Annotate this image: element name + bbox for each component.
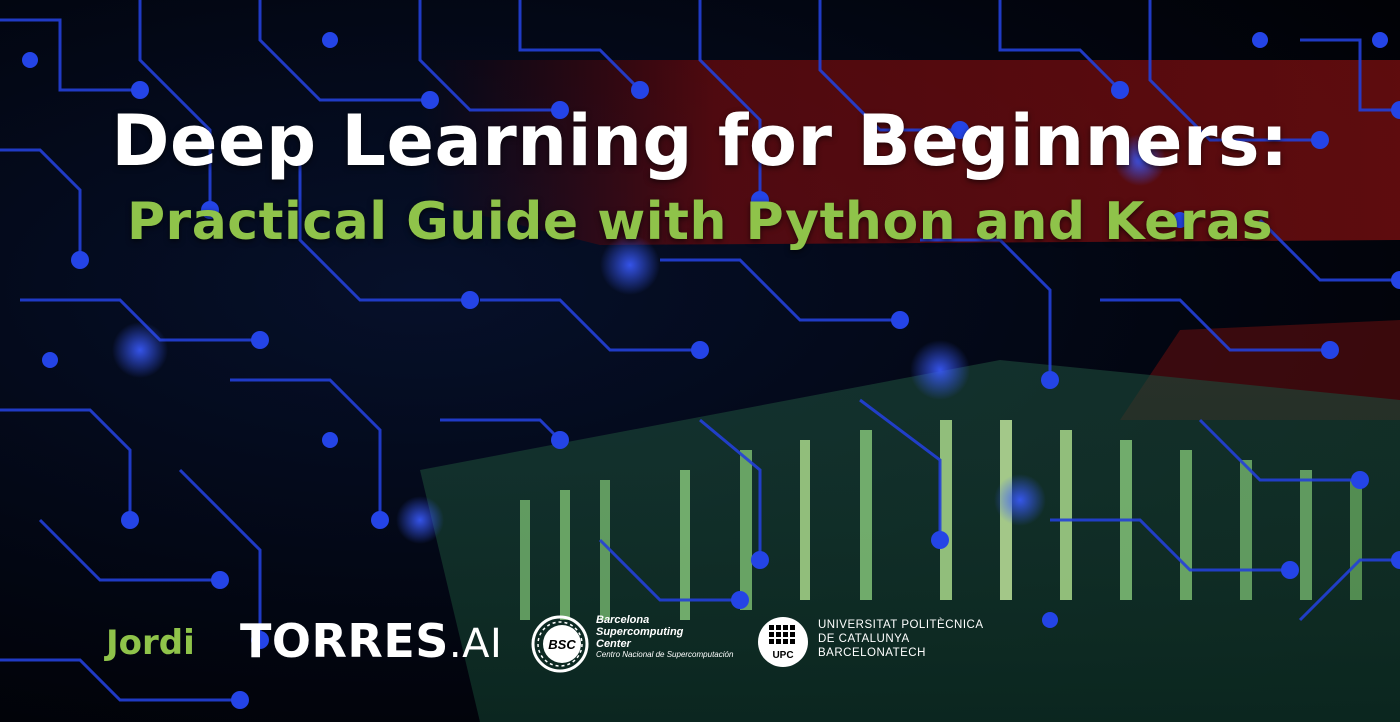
author-brand: TORRES.AI xyxy=(240,614,502,668)
bsc-logo-icon: BSC xyxy=(531,615,589,673)
bsc-line-4: Centro Nacional de Supercomputación xyxy=(596,650,734,659)
upc-logo-abbrev: UPC xyxy=(772,650,793,661)
author-brand-main: TORRES xyxy=(240,614,449,668)
bsc-line-1: Barcelona xyxy=(596,614,650,626)
upc-logo-icon: UPC xyxy=(758,617,808,667)
bsc-wordmark: Barcelona Supercomputing Center Centro N… xyxy=(596,614,766,660)
author-brand-suffix: .AI xyxy=(448,621,503,667)
upc-line-2: DE CATALUNYA xyxy=(818,633,910,645)
bsc-line-3: Center xyxy=(596,638,631,650)
upc-wordmark: UNIVERSITAT POLITÈCNICA DE CATALUNYA BAR… xyxy=(818,618,984,660)
banner: Deep Learning for Beginners: Practical G… xyxy=(0,0,1400,722)
author-first-name: Jordi xyxy=(106,623,195,663)
upc-line-3: BARCELONATECH xyxy=(818,647,926,659)
footer: Jordi TORRES.AI BSC Barcelona Supercompu… xyxy=(0,600,1400,680)
bsc-line-2: Supercomputing xyxy=(596,626,684,638)
page-subtitle: Practical Guide with Python and Keras xyxy=(126,192,1274,252)
bsc-logo-abbrev: BSC xyxy=(548,637,576,652)
page-title: Deep Learning for Beginners: xyxy=(111,100,1289,182)
upc-line-1: UNIVERSITAT POLITÈCNICA xyxy=(818,619,984,631)
